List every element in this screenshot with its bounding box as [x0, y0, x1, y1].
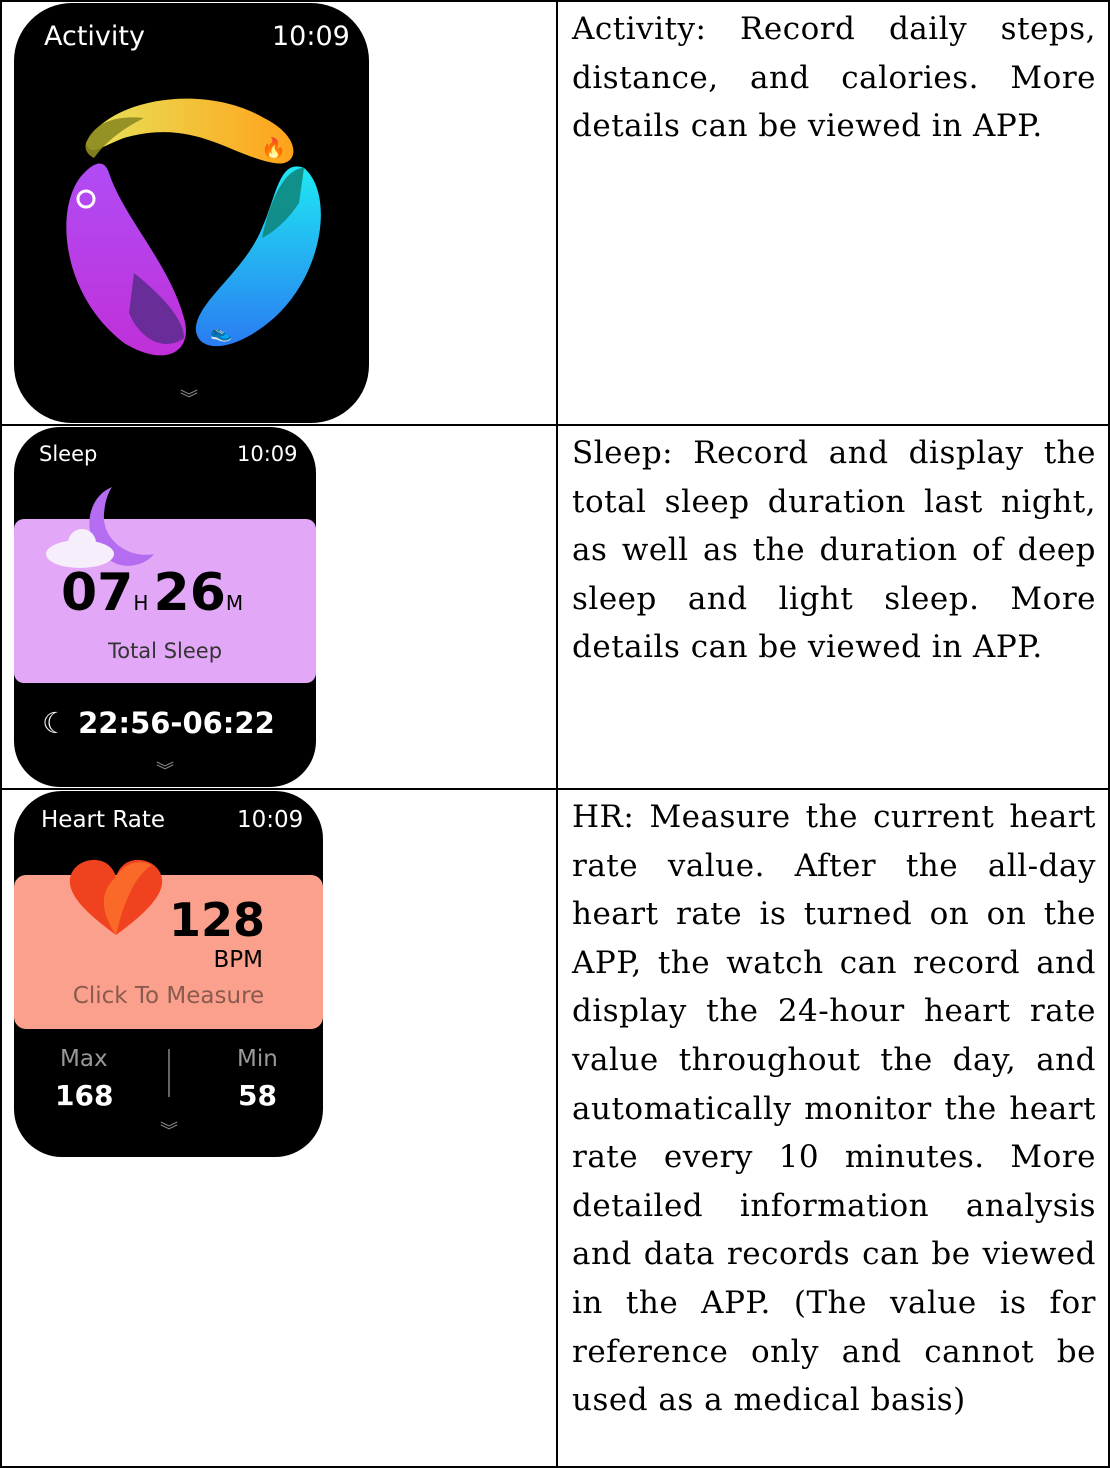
- sleep-time-range-row: ☾ 22:56-06:22: [42, 706, 275, 740]
- watch-title: Heart Rate: [41, 807, 166, 833]
- scroll-down-chevron-icon: ︾: [160, 1121, 178, 1142]
- row-divider: [0, 424, 1110, 426]
- activity-watch-screen: Activity 10:09 🔥 👟 ︾: [14, 3, 369, 423]
- sleep-watch-screen: Sleep 10:09 07H 26M Total Sleep ☾ 22:56-…: [14, 427, 316, 787]
- heart-rate-description: HR: Measure the current heart rate value…: [572, 799, 1096, 1419]
- watch-time: 10:09: [237, 442, 298, 466]
- table-border-left: [0, 0, 2, 1468]
- row-divider: [0, 788, 1110, 790]
- max-label: Max: [60, 1046, 108, 1072]
- watch-time: 10:09: [272, 21, 350, 52]
- scroll-down-chevron-icon: ︾: [180, 389, 198, 410]
- sleep-minutes: 26: [153, 563, 226, 623]
- scroll-down-chevron-icon: ︾: [156, 761, 174, 782]
- max-value: 168: [55, 1079, 114, 1112]
- heart-icon: [69, 859, 163, 935]
- table-border-top: [0, 0, 1110, 2]
- watch-time: 10:09: [237, 807, 304, 833]
- sleep-time-range: 22:56-06:22: [78, 706, 275, 740]
- column-divider: [556, 0, 558, 1468]
- total-sleep-label: Total Sleep: [107, 639, 223, 663]
- click-to-measure-button[interactable]: Click To Measure: [14, 983, 323, 1009]
- activity-description: Activity: Record daily steps, distance, …: [572, 11, 1096, 145]
- min-value: 58: [238, 1079, 277, 1112]
- shoe-icon: 👟: [210, 322, 232, 343]
- feature-table: Activity 10:09 🔥 👟 ︾ Activity: Record da…: [0, 0, 1110, 1468]
- heart-rate-value: 128: [168, 893, 265, 947]
- stats-divider: [168, 1049, 170, 1097]
- sleep-description: Sleep: Record and display the total slee…: [572, 435, 1096, 666]
- moon-cloud-icon: [46, 487, 154, 568]
- heart-rate-unit: BPM: [213, 947, 264, 973]
- watch-title: Sleep: [39, 442, 98, 466]
- sleep-hours-unit: H: [133, 591, 149, 615]
- sleep-minutes-unit: M: [225, 591, 244, 615]
- steps-petal: [195, 166, 321, 347]
- min-label: Min: [237, 1046, 278, 1072]
- flame-icon: 🔥: [261, 136, 286, 160]
- heart-rate-watch-screen: Heart Rate 10:09 128 BPM Click To Measur…: [14, 791, 323, 1157]
- heart-rate-card: 128 BPM Click To Measure: [14, 875, 323, 1029]
- activity-rings-graphic: 🔥 👟: [66, 98, 321, 356]
- moon-icon: ☾: [42, 706, 68, 740]
- watch-title: Activity: [44, 21, 145, 52]
